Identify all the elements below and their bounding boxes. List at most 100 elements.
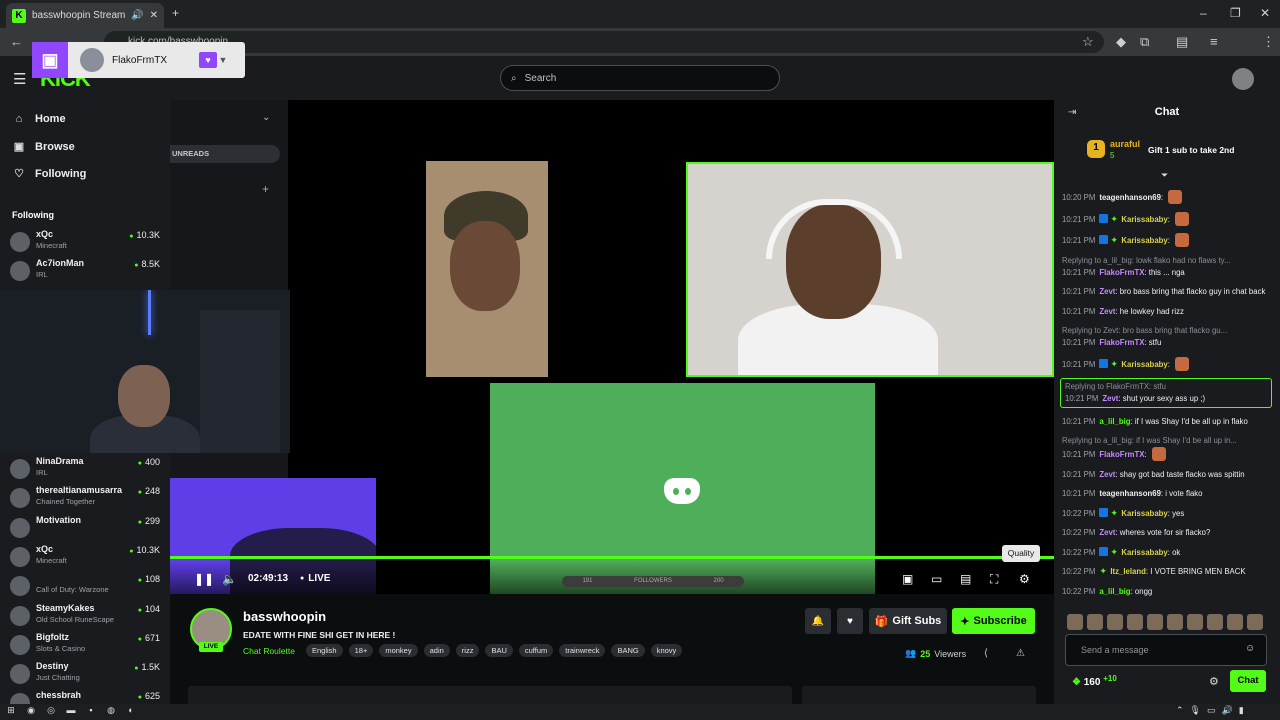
- folder-icon[interactable]: ▬: [64, 705, 78, 719]
- steam-icon[interactable]: ◍: [104, 705, 118, 719]
- tag[interactable]: monkey: [379, 644, 418, 657]
- chat-message[interactable]: 10:21 PM Zevt: shay got bad taste flacko …: [1062, 469, 1272, 481]
- battery-icon[interactable]: ▮: [1239, 705, 1244, 716]
- following-channel-item[interactable]: SteamyKakes Old School RuneScape 104: [10, 602, 160, 628]
- network-icon[interactable]: ▭: [1207, 705, 1216, 716]
- chevron-up-icon[interactable]: ⌃: [1176, 705, 1184, 716]
- message-username[interactable]: Itz_leland: [1110, 567, 1146, 576]
- emote[interactable]: [1187, 614, 1203, 630]
- back-icon[interactable]: ←: [10, 34, 23, 49]
- pip-icon[interactable]: ▤: [960, 572, 971, 586]
- subscribe-button[interactable]: ✦ Subscribe: [952, 608, 1035, 634]
- pause-icon[interactable]: ❚❚: [194, 572, 214, 586]
- channel-name[interactable]: basswhoopin: [243, 609, 326, 624]
- tag[interactable]: adin: [423, 644, 450, 657]
- message-username[interactable]: Karissababy: [1121, 548, 1167, 557]
- message-username[interactable]: teagenhanson69: [1099, 193, 1161, 202]
- app-icon[interactable]: ▪: [84, 705, 98, 719]
- tag[interactable]: trainwreck: [559, 644, 606, 657]
- user-avatar[interactable]: [1232, 68, 1254, 90]
- tag[interactable]: 18+: [348, 644, 374, 657]
- chat-message[interactable]: 10:22 PM a_lil_big: ongg: [1062, 586, 1272, 598]
- maximize-icon[interactable]: ❐: [1230, 6, 1241, 20]
- twitch-follow-heart-icon[interactable]: ♥: [199, 52, 217, 68]
- extension-icon[interactable]: ◆: [1116, 34, 1126, 50]
- bookmark-star-icon[interactable]: ☆: [1082, 34, 1094, 50]
- message-username[interactable]: a_lil_big: [1099, 417, 1130, 426]
- chat-input[interactable]: Send a message: [1065, 634, 1267, 666]
- tag[interactable]: knovy: [650, 644, 683, 657]
- chat-message[interactable]: Replying to FlakoFrmTX: stfu 10:21 PM Zevt…: [1060, 378, 1272, 408]
- stream-category[interactable]: Chat Roulette: [243, 646, 295, 656]
- leaderboard-cta[interactable]: Gift 1 sub to take 2nd: [1148, 145, 1234, 155]
- message-username[interactable]: Zevt: [1099, 470, 1115, 479]
- add-icon[interactable]: +: [262, 182, 269, 196]
- emote[interactable]: [1087, 614, 1103, 630]
- chat-message[interactable]: 10:22 PM ✦ Itz_leland: I VOTE BRING MEN BA…: [1062, 566, 1272, 578]
- emote[interactable]: [1067, 614, 1083, 630]
- tag[interactable]: rizz: [455, 644, 480, 657]
- reply-context[interactable]: Replying to Zevt: bro bass bring that fl…: [1062, 325, 1272, 337]
- audio-icon[interactable]: 🔊: [131, 10, 143, 21]
- progress-bar[interactable]: [170, 556, 1054, 559]
- following-channel-item[interactable]: therealtianamusarra Chained Together 248: [10, 484, 160, 510]
- theater-mode-icon[interactable]: ▭: [931, 572, 942, 586]
- chat-message[interactable]: 10:21 PM a_lil_big: if I was Shay I'd be …: [1062, 416, 1272, 428]
- chat-message[interactable]: 10:21 PM teagenhanson69: i vote flako: [1062, 488, 1272, 500]
- following-channel-item[interactable]: Bigfoltz Slots & Casino 671: [10, 631, 160, 657]
- reply-context[interactable]: Replying to a_lil_big: if I was Shay I'd…: [1062, 435, 1272, 447]
- sidebar-item-browse[interactable]: ▣ Browse: [12, 140, 75, 154]
- browser-tab[interactable]: K basswhoopin Stream - Wat 🔊 ✕: [6, 3, 164, 28]
- reply-context[interactable]: Replying to a_lil_big: lowk flako had no…: [1062, 255, 1272, 267]
- filter-icon[interactable]: ⏷: [1161, 170, 1168, 181]
- following-channel-item[interactable]: xQc Minecraft 10.3K: [10, 228, 160, 254]
- message-username[interactable]: Karissababy: [1121, 215, 1167, 224]
- windows-start-icon[interactable]: ⊞: [4, 705, 18, 719]
- message-username[interactable]: Karissababy: [1121, 236, 1167, 245]
- message-username[interactable]: Zevt: [1099, 307, 1115, 316]
- chat-message[interactable]: 10:21 PM ✦ Karissababy:: [1062, 233, 1272, 247]
- message-username[interactable]: Karissababy: [1121, 509, 1167, 518]
- leaderboard-name[interactable]: auraful: [1110, 139, 1140, 149]
- chat-message[interactable]: 10:22 PM ✦ Karissababy: yes: [1062, 507, 1272, 520]
- message-username[interactable]: FlakoFrmTX: [1099, 268, 1144, 277]
- chat-message[interactable]: 10:21 PM Zevt: bro bass bring that flacko…: [1062, 286, 1272, 298]
- share-icon[interactable]: ⟨: [984, 648, 988, 659]
- gift-subs-button[interactable]: 🎁 Gift Subs: [869, 608, 947, 634]
- message-username[interactable]: Zevt: [1099, 528, 1115, 537]
- following-channel-item[interactable]: Ac7ionMan IRL 8.5K: [10, 257, 160, 283]
- chat-message[interactable]: 10:21 PM ✦ Karissababy:: [1062, 356, 1272, 371]
- chat-message[interactable]: 10:20 PM teagenhanson69:: [1062, 190, 1272, 204]
- close-tab-icon[interactable]: ✕: [150, 10, 158, 21]
- minimize-icon[interactable]: –: [1200, 6, 1207, 20]
- message-username[interactable]: teagenhanson69: [1099, 489, 1161, 498]
- browser-menu-icon[interactable]: ⋮: [1262, 34, 1275, 50]
- chat-message[interactable]: 10:21 PM Zevt: he lowkey had rizz: [1062, 306, 1272, 318]
- emote[interactable]: [1227, 614, 1243, 630]
- chevron-down-icon[interactable]: ⌄: [262, 112, 270, 123]
- chat-message[interactable]: Replying to a_lil_big: if I was Shay I'd…: [1062, 435, 1272, 461]
- miniplayer-icon[interactable]: ▣: [902, 572, 913, 586]
- chat-message[interactable]: 10:22 PM ✦ Karissababy: ok: [1062, 546, 1272, 559]
- chat-message[interactable]: Replying to a_lil_big: lowk flako had no…: [1062, 255, 1272, 279]
- readinglist-icon[interactable]: ≡: [1210, 34, 1218, 49]
- tag[interactable]: cuffum: [518, 644, 554, 657]
- channel-points[interactable]: ❖ 160 +10: [1072, 674, 1117, 688]
- app-icon[interactable]: ◎: [44, 705, 58, 719]
- window-close-icon[interactable]: ✕: [1260, 6, 1270, 20]
- sidebar-item-home[interactable]: ⌂ Home: [12, 113, 66, 125]
- message-username[interactable]: FlakoFrmTX: [1099, 338, 1144, 347]
- emoji-icon[interactable]: ☺: [1245, 643, 1255, 654]
- message-username[interactable]: FlakoFrmTX: [1099, 450, 1144, 459]
- emote[interactable]: [1147, 614, 1163, 630]
- following-channel-item[interactable]: NinaDrama IRL 400: [10, 455, 160, 481]
- chevron-down-icon[interactable]: ▼: [217, 55, 229, 65]
- search-input[interactable]: ⌕ Search: [500, 65, 780, 91]
- message-username[interactable]: Zevt: [1102, 394, 1118, 403]
- notification-bell-button[interactable]: 🔔: [805, 608, 831, 634]
- sidepanel-icon[interactable]: ▤: [1176, 34, 1188, 50]
- emote[interactable]: [1167, 614, 1183, 630]
- reply-context[interactable]: Replying to FlakoFrmTX: stfu: [1065, 381, 1267, 393]
- chat-message[interactable]: Replying to Zevt: bro bass bring that fl…: [1062, 325, 1272, 349]
- following-channel-item[interactable]: Destiny Just Chatting 1.5K: [10, 660, 160, 686]
